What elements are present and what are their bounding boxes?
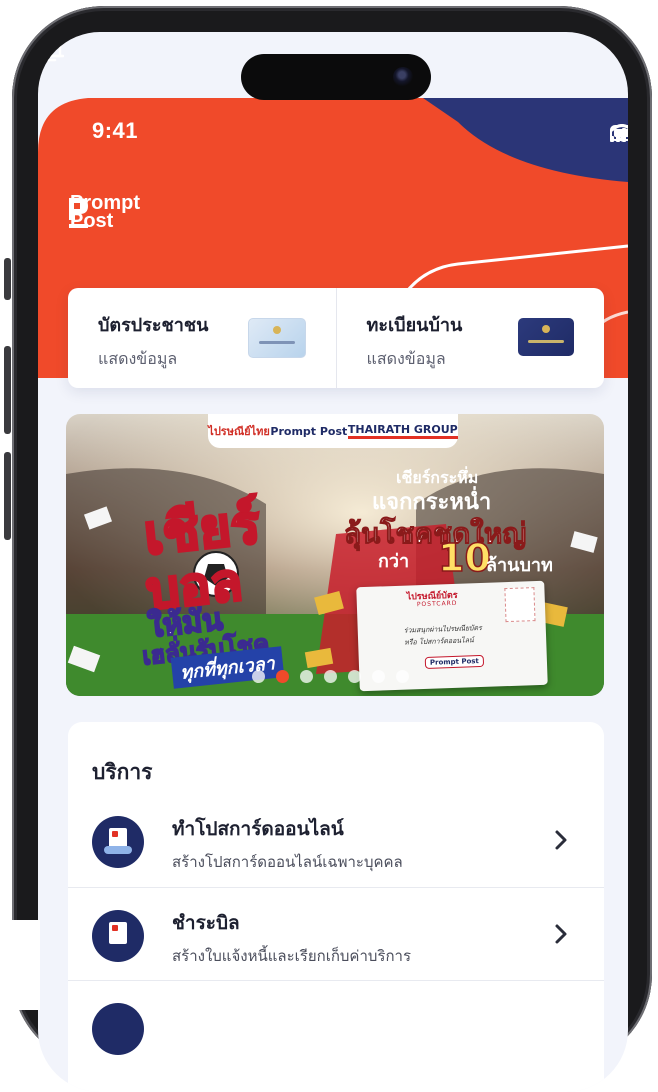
chevron-right-icon xyxy=(555,830,567,850)
notification-bell-icon[interactable] xyxy=(38,32,64,64)
carousel-dot[interactable] xyxy=(252,670,265,683)
postcard-icon xyxy=(92,816,144,868)
postcard-subtitle: POSTCARD xyxy=(416,599,458,609)
carousel-dot[interactable] xyxy=(276,670,289,683)
services-panel: บริการ ทำโปสการ์ดออนไลน์ สร้างโปสการ์ดออ… xyxy=(68,722,604,1092)
phone-volume-up xyxy=(4,346,11,434)
bill-icon xyxy=(92,910,144,962)
postcard-stamp xyxy=(504,587,536,623)
carousel-dots xyxy=(252,670,409,683)
carousel-dot[interactable] xyxy=(324,670,337,683)
dynamic-island xyxy=(241,54,431,100)
carousel-dot[interactable] xyxy=(396,670,409,683)
service-title: ทำโปสการ์ดออนไลน์ xyxy=(172,818,344,840)
phone-volume-down xyxy=(4,452,11,540)
service-subtitle: สร้างโปสการ์ดออนไลน์เฉพาะบุคคล xyxy=(172,853,403,871)
postcard-prompt-post-badge: Prompt Post xyxy=(424,654,485,669)
house-registration-thumbnail xyxy=(518,318,574,356)
status-time: 9:41 xyxy=(92,118,139,143)
carousel-dot[interactable] xyxy=(348,670,361,683)
postcard-line2: หรือ โปสการ์ดออนไลน์ xyxy=(404,636,474,647)
carousel-dot[interactable] xyxy=(372,670,385,683)
thairath-group-logo: THAIRATH GROUP xyxy=(347,423,458,439)
citizen-card-thumbnail xyxy=(247,318,306,358)
page-margin xyxy=(0,920,40,1010)
service-subtitle: สร้างใบแจ้งหนี้และเรียกเก็บค่าบริการ xyxy=(172,947,412,965)
banner-right-line4: กว่า xyxy=(378,551,410,572)
banner-right-line5: ล้านบาท xyxy=(486,555,553,576)
id-cards-panel: บัตรประชาชน แสดงข้อมูล ทะเบียนบ้าน แสดงข… xyxy=(68,288,604,388)
banner-partner-logos: ไปรษณีย์ไทย Prompt Post THAIRATH GROUP xyxy=(208,414,458,448)
banner-prize-number: 10 xyxy=(437,535,491,581)
id-card-citizen[interactable]: บัตรประชาชน แสดงข้อมูล xyxy=(68,288,336,388)
app-screen: 9:41 Prompt Post บัตรประชาชน แสดงข้อมูล … xyxy=(38,32,628,1092)
service-item-postcard[interactable]: ทำโปสการ์ดออนไลน์ สร้างโปสการ์ดออนไลน์เฉ… xyxy=(68,794,604,886)
promo-banner[interactable]: ไปรษณีย์ไทย Prompt Post THAIRATH GROUP เ… xyxy=(66,414,604,696)
prompt-post-mark-icon xyxy=(69,198,88,228)
id-card-house-registration[interactable]: ทะเบียนบ้าน แสดงข้อมูล xyxy=(335,288,605,388)
prompt-post-logo: Prompt Post xyxy=(66,193,140,231)
service-title: ชำระบิล xyxy=(172,912,240,934)
chevron-right-icon xyxy=(555,924,567,944)
service-icon xyxy=(92,1003,144,1055)
battery-icon xyxy=(610,125,628,141)
carousel-dot[interactable] xyxy=(300,670,313,683)
service-item-partial[interactable] xyxy=(68,980,604,1073)
services-heading: บริการ xyxy=(92,760,153,784)
phone-side-button xyxy=(4,258,11,300)
prompt-post-small-logo: Prompt Post xyxy=(270,424,348,438)
service-item-bill[interactable]: ชำระบิล สร้างใบแจ้งหนี้และเรียกเก็บค่าบร… xyxy=(68,887,604,980)
thailand-post-logo: ไปรษณีย์ไทย xyxy=(208,425,270,438)
